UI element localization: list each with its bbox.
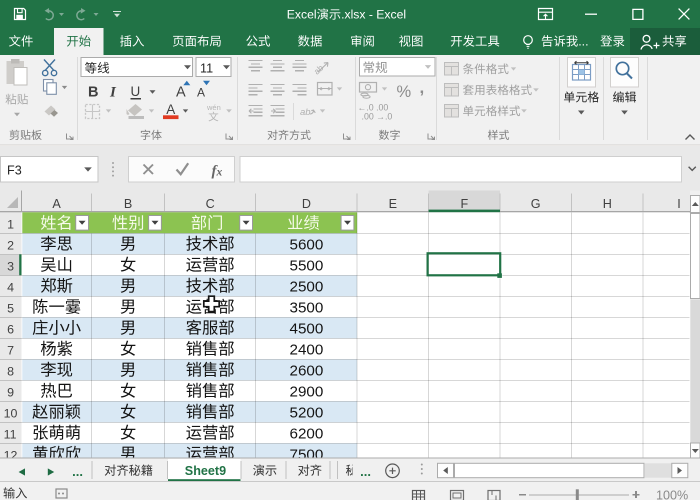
svg-text:F3: F3 xyxy=(7,164,22,178)
svg-text:wén: wén xyxy=(206,103,221,112)
svg-text:2600: 2600 xyxy=(290,363,324,380)
svg-text:...: ... xyxy=(360,464,371,479)
svg-text:2400: 2400 xyxy=(290,342,324,359)
svg-text:2: 2 xyxy=(7,239,14,253)
svg-text:3500: 3500 xyxy=(290,300,324,317)
svg-text:2900: 2900 xyxy=(290,384,324,401)
svg-text:Excel: Excel xyxy=(287,8,317,22)
svg-text:9: 9 xyxy=(7,386,14,400)
svg-text:.xlsx - Excel: .xlsx - Excel xyxy=(341,8,406,22)
svg-text:5500: 5500 xyxy=(290,258,324,275)
svg-text:3: 3 xyxy=(7,260,14,274)
svg-text:C: C xyxy=(206,197,215,211)
svg-text:6: 6 xyxy=(7,323,14,337)
svg-text:B: B xyxy=(88,85,98,101)
svg-text:11: 11 xyxy=(4,428,17,442)
svg-text:A: A xyxy=(197,86,205,100)
svg-text:A: A xyxy=(176,85,186,101)
svg-text:7: 7 xyxy=(7,344,14,358)
svg-text:ab: ab xyxy=(300,107,311,118)
svg-text:100%: 100% xyxy=(656,489,688,500)
svg-text:8: 8 xyxy=(7,365,14,379)
svg-text:11: 11 xyxy=(200,62,213,76)
svg-text:...: ... xyxy=(72,464,83,479)
svg-text:I: I xyxy=(109,85,117,101)
svg-text:%: % xyxy=(397,83,412,101)
svg-text:1: 1 xyxy=(7,218,14,232)
svg-text:A: A xyxy=(52,197,61,211)
svg-text:Sheet9: Sheet9 xyxy=(185,464,226,478)
svg-text:B: B xyxy=(124,197,132,211)
svg-text:2500: 2500 xyxy=(290,279,324,296)
svg-text:F: F xyxy=(461,197,469,211)
svg-text:H: H xyxy=(603,197,612,211)
svg-text:6200: 6200 xyxy=(290,426,324,443)
svg-text:5200: 5200 xyxy=(290,405,324,422)
svg-text:4: 4 xyxy=(7,281,14,295)
svg-text:5600: 5600 xyxy=(290,237,324,254)
svg-text:10: 10 xyxy=(4,407,18,421)
svg-text:G: G xyxy=(531,197,541,211)
svg-text:x: x xyxy=(216,167,223,179)
svg-text:...: ... xyxy=(578,35,588,49)
svg-text:D: D xyxy=(302,197,311,211)
svg-text:4500: 4500 xyxy=(290,321,324,338)
svg-text:5: 5 xyxy=(7,302,14,316)
svg-text:I: I xyxy=(677,197,681,211)
svg-text:.00 →.0: .00 →.0 xyxy=(362,112,393,122)
svg-text:U: U xyxy=(131,84,141,99)
svg-text:,: , xyxy=(420,78,425,97)
svg-text:E: E xyxy=(389,197,397,211)
svg-text:A: A xyxy=(166,102,175,117)
